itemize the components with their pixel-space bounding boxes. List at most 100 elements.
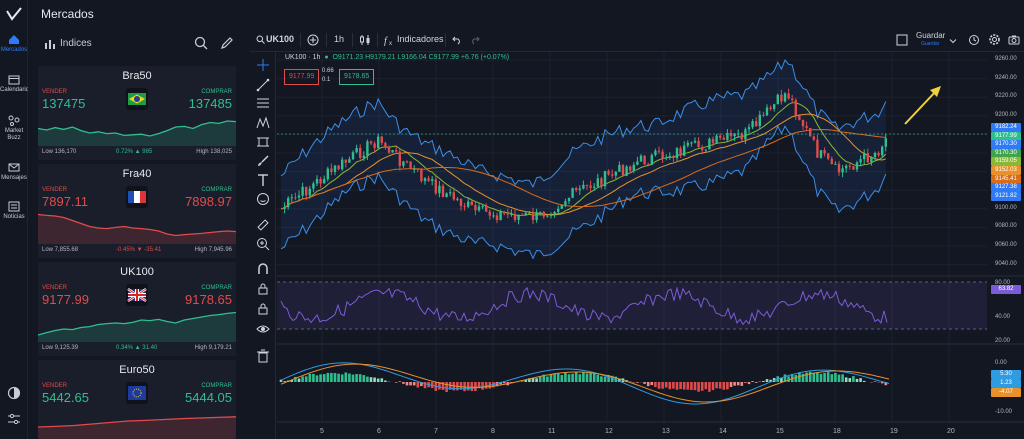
candle-body (873, 152, 877, 158)
legend-ohlc: O9171.23 H9179.21 L9166.04 C9177.99 +6.7… (332, 54, 510, 61)
candle-body (445, 193, 448, 197)
candle-body (758, 114, 761, 127)
spread-info: 0.66 0.1 (322, 67, 334, 85)
brush-icon[interactable] (256, 154, 270, 168)
emoji-icon[interactable] (256, 192, 270, 206)
candles-icon[interactable] (359, 34, 371, 46)
candle-body (290, 197, 293, 199)
buy-price-button[interactable]: 137485 (189, 96, 232, 111)
rail-item-news[interactable]: Noticias (0, 201, 28, 221)
pattern-icon[interactable] (256, 116, 270, 130)
market-card-fra40[interactable]: Fra40 VENDER COMPRAR 7897.11 7898.97 Low… (38, 164, 236, 258)
macd-histogram-bar (585, 373, 589, 382)
signal-line (280, 363, 890, 403)
macd-histogram-bar (326, 372, 330, 382)
interval-button[interactable]: 1h (334, 34, 344, 44)
sell-price-button[interactable]: 137475 (42, 96, 85, 111)
fib-lines-icon[interactable] (256, 96, 270, 110)
candle-body (531, 212, 535, 221)
alert-clock-icon[interactable] (968, 34, 980, 46)
indicators-button[interactable]: Indicadores (397, 34, 444, 44)
macd-histogram-bar (826, 372, 830, 382)
market-name: UK100 (120, 266, 154, 278)
app-logo[interactable] (6, 7, 22, 21)
candle-body (783, 93, 787, 102)
sell-price-button[interactable]: 5442.65 (42, 390, 89, 405)
buy-price-button[interactable]: 9178.65 (185, 292, 232, 307)
macd-histogram-bar (693, 382, 697, 391)
camera-icon[interactable] (1008, 34, 1020, 46)
zoom-in-icon[interactable] (256, 237, 270, 251)
candle-body (582, 184, 585, 189)
candle-body (431, 179, 434, 181)
redo-icon[interactable] (470, 35, 480, 45)
magnet-icon[interactable] (256, 262, 270, 276)
text-tool-icon[interactable] (256, 173, 270, 187)
y-axis-tick: 9220.00 (995, 93, 1017, 100)
eye-icon[interactable] (256, 322, 270, 336)
chevron-down-icon[interactable] (949, 36, 957, 44)
candle-body (312, 183, 315, 189)
settings-gear-icon[interactable] (988, 33, 1001, 46)
symbol-button[interactable]: UK100 (266, 34, 294, 44)
trash-icon[interactable] (256, 349, 270, 363)
candle-body (377, 136, 380, 149)
layout-square-icon[interactable] (896, 34, 908, 46)
candle-body (755, 121, 758, 127)
add-symbol-icon[interactable] (307, 34, 319, 46)
ruler-icon[interactable] (256, 135, 270, 149)
candle-body (503, 211, 506, 214)
buy-box[interactable]: 9178.65 (339, 69, 375, 85)
svg-text:f: f (384, 36, 388, 46)
candle-body (668, 156, 671, 158)
rail-item-messages[interactable]: Mensajes (0, 162, 28, 182)
candle-body (769, 107, 772, 109)
candle-body (495, 215, 499, 221)
measure-icon[interactable] (256, 218, 270, 232)
save-button[interactable]: Guardar (916, 31, 945, 40)
sparkline-chart (38, 416, 236, 439)
home-icon (9, 35, 19, 44)
crosshair-icon[interactable] (256, 58, 270, 72)
markets-panel: Indices Bra50 VENDER COMPRAR 137475 1374… (28, 28, 244, 439)
candle-body (589, 185, 592, 188)
buy-price-button[interactable]: 5444.05 (185, 390, 232, 405)
mail-icon (8, 163, 20, 172)
chart-canvas[interactable] (277, 52, 1024, 439)
macd-histogram-bar (636, 382, 639, 383)
trend-line-icon[interactable] (256, 78, 270, 92)
candle-body (697, 140, 700, 148)
candle-body (780, 94, 783, 102)
undo-icon[interactable] (452, 35, 462, 45)
edit-pencil-icon[interactable] (220, 36, 234, 50)
candle-body (449, 192, 452, 194)
rail-item-market-buzz[interactable]: Market Buzz (0, 115, 28, 142)
sell-price-button[interactable]: 9177.99 (42, 292, 89, 307)
buy-price-button[interactable]: 7898.97 (185, 194, 232, 209)
macd-histogram-bar (556, 373, 560, 382)
macd-histogram-bar (553, 373, 556, 382)
search-icon[interactable] (194, 36, 208, 50)
macd-histogram-bar (560, 374, 564, 382)
market-card-bra50[interactable]: Bra50 VENDER COMPRAR 137475 137485 Low 1… (38, 66, 236, 160)
macd-histogram-bar (312, 373, 315, 382)
lock-drawing-icon[interactable] (256, 282, 270, 296)
buy-label: COMPRAR (201, 383, 232, 389)
macd-histogram-bar (603, 376, 607, 382)
macd-tag: -4.07 (991, 388, 1021, 397)
rail-item-markets[interactable]: Mercados (0, 34, 28, 54)
candle-body (708, 138, 711, 150)
price-tag: 9121.82 (991, 191, 1021, 201)
market-card-euro50[interactable]: Euro50 VENDER COMPRAR 5442.65 5444.05 (38, 360, 236, 439)
macd-histogram-bar (301, 376, 304, 382)
settings-sliders-icon[interactable] (7, 412, 21, 426)
lock-icon[interactable] (256, 302, 270, 316)
market-card-uk100[interactable]: UK100 VENDER COMPRAR 9177.99 9178.65 Low… (38, 262, 236, 356)
sell-box[interactable]: 9177.99 (284, 69, 320, 85)
price-chart[interactable]: UK100 · 1h ● O9171.23 H9179.21 L9166.04 … (277, 52, 1024, 439)
candle-body (459, 198, 463, 207)
sell-price-button[interactable]: 7897.11 (42, 194, 88, 209)
theme-toggle-icon[interactable] (7, 386, 21, 400)
rail-item-calendar[interactable]: Calendario (0, 74, 29, 94)
macd-histogram-bar (330, 372, 333, 382)
